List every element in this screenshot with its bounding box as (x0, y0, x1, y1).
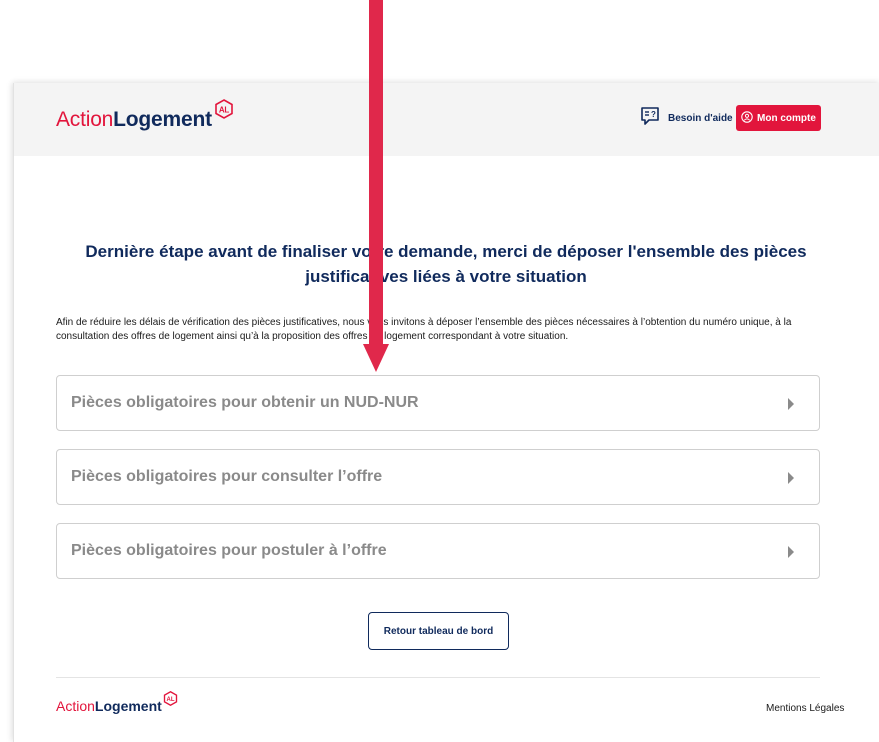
svg-text:?: ? (651, 110, 656, 119)
my-account-button[interactable]: Mon compte (736, 105, 821, 131)
my-account-label: Mon compte (757, 112, 816, 124)
help-link[interactable]: ? Besoin d'aide (640, 106, 733, 130)
user-icon (741, 110, 753, 126)
footer-al-badge-icon: AL (163, 690, 178, 710)
accordion-label: Pièces obligatoires pour obtenir un NUD-… (71, 394, 419, 411)
logo-text-logement: Logement (113, 108, 212, 131)
logo-text-action: Action (56, 108, 114, 131)
legal-notices-link[interactable]: Mentions Légales (766, 703, 844, 714)
accordion-label: Pièces obligatoires pour consulter l’off… (71, 468, 383, 485)
help-chat-icon: ? (640, 106, 660, 131)
back-to-dashboard-button[interactable]: Retour tableau de bord (368, 612, 509, 650)
svg-text:AL: AL (219, 106, 230, 115)
accordion-label: Pièces obligatoires pour postuler à l’of… (71, 542, 387, 559)
intro-text: Afin de réduire les délais de vérificati… (56, 317, 792, 342)
accordion-apply-offer[interactable]: Pièces obligatoires pour postuler à l’of… (56, 523, 820, 579)
page-title: Dernière étape avant de finaliser votre … (85, 242, 807, 286)
caret-right-icon (788, 472, 794, 484)
page-window: ActionLogement AL ? Besoin d'aide Mon co… (13, 83, 879, 742)
action-logement-logo[interactable]: ActionLogement AL (56, 99, 234, 133)
caret-right-icon (788, 546, 794, 558)
caret-right-icon (788, 398, 794, 410)
al-badge-icon: AL (214, 99, 234, 126)
accordion-nud-nur[interactable]: Pièces obligatoires pour obtenir un NUD-… (56, 375, 820, 431)
footer-logo-text-logement: Logement (94, 698, 162, 714)
accordion-consult-offer[interactable]: Pièces obligatoires pour consulter l’off… (56, 449, 820, 505)
svg-text:AL: AL (166, 697, 174, 703)
footer-divider (56, 677, 820, 678)
site-header: ActionLogement AL ? Besoin d'aide Mon co… (14, 83, 879, 156)
footer-logo-text-action: Action (56, 698, 95, 714)
help-label: Besoin d'aide (668, 112, 733, 124)
footer-logo[interactable]: ActionLogement AL (56, 690, 178, 715)
